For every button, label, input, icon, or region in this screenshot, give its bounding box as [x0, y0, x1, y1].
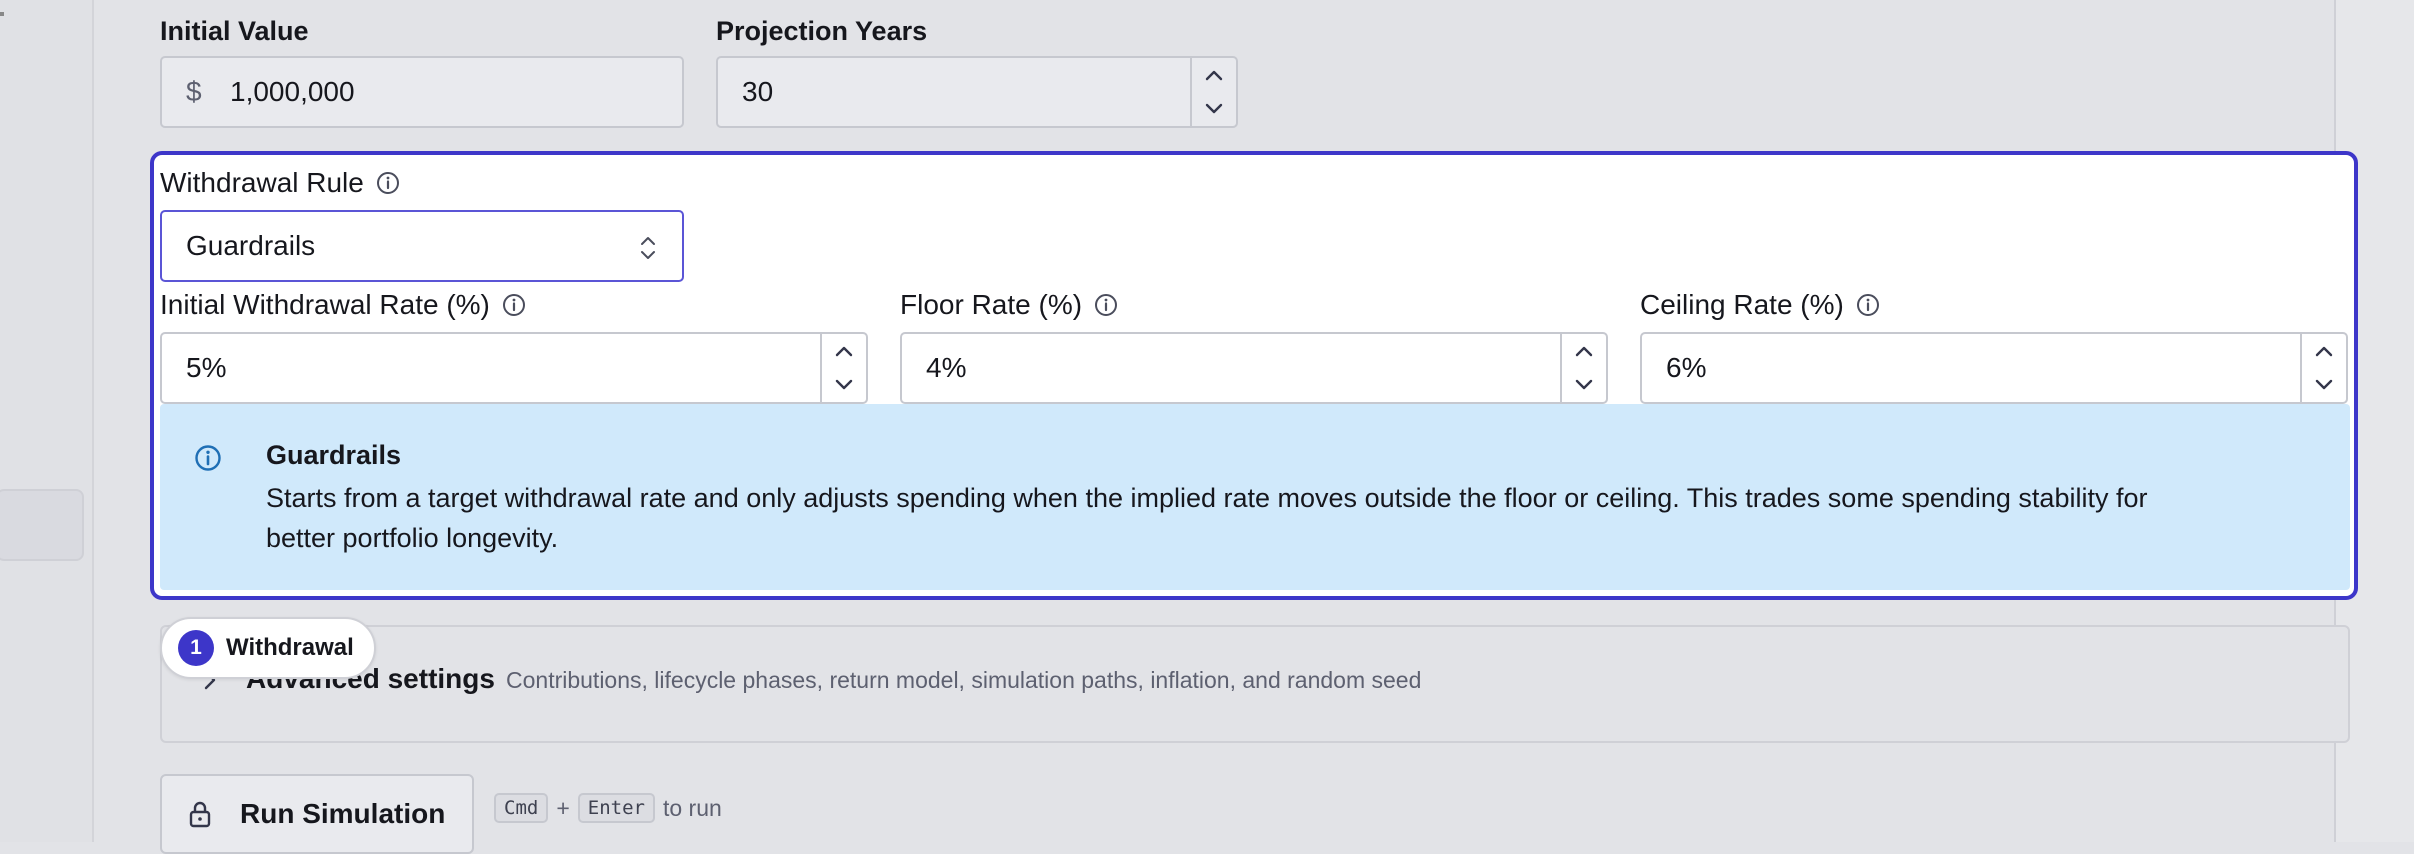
ceiling-rate-input[interactable]: 6%	[1666, 352, 1706, 384]
withdrawal-rule-label-text: Withdrawal Rule	[160, 167, 364, 198]
initial-rate-label: Initial Withdrawal Rate (%)	[160, 289, 526, 321]
initial-rate-stepper[interactable]	[820, 334, 866, 402]
kbd-plus: +	[556, 794, 570, 821]
projection-years-stepper[interactable]	[1190, 58, 1236, 126]
kbd-cmd: Cmd	[494, 793, 549, 823]
initial-rate-field[interactable]: 5%	[160, 332, 868, 404]
floor-rate-label: Floor Rate (%)	[900, 289, 1118, 321]
ceiling-rate-field[interactable]: 6%	[1640, 332, 2348, 404]
chevron-down-icon[interactable]	[1562, 368, 1606, 402]
info-icon	[195, 445, 221, 471]
projection-years-input[interactable]: 30	[742, 76, 773, 108]
currency-symbol: $	[186, 76, 202, 107]
chevron-up-icon[interactable]	[1562, 334, 1606, 368]
advanced-settings-disclosure[interactable]: Advanced settings Contributions, lifecyc…	[160, 625, 2350, 743]
tour-step-label: Withdrawal	[226, 634, 354, 661]
floor-rate-label-text: Floor Rate (%)	[900, 289, 1083, 320]
floor-rate-field[interactable]: 4%	[900, 332, 1608, 404]
withdrawal-rule-label: Withdrawal Rule	[160, 167, 400, 199]
floor-rate-stepper[interactable]	[1560, 334, 1606, 402]
callout-title: Guardrails	[266, 440, 402, 470]
info-icon[interactable]	[1094, 293, 1118, 317]
info-icon[interactable]	[502, 293, 526, 317]
select-chevrons-icon	[641, 237, 655, 259]
initial-value-label: Initial Value	[160, 16, 309, 46]
chevron-down-icon[interactable]	[2302, 368, 2346, 402]
advanced-settings-description: Contributions, lifecycle phases, return …	[506, 667, 1422, 693]
callout-line-1: Starts from a target withdrawal rate and…	[266, 483, 2148, 513]
run-simulation-button[interactable]: Run Simulation	[160, 774, 474, 854]
shortcut-hint-text: to run	[662, 794, 722, 821]
lock-icon	[189, 801, 211, 828]
keyboard-shortcut-hint: Cmd + Enter to run	[494, 793, 722, 823]
withdrawal-rule-value: Guardrails	[186, 230, 316, 261]
initial-value-input[interactable]: 1,000,000	[230, 76, 355, 108]
tour-step-number: 1	[178, 630, 214, 666]
kbd-enter: Enter	[577, 793, 655, 823]
initial-rate-label-text: Initial Withdrawal Rate (%)	[160, 289, 490, 320]
chevron-down-icon[interactable]	[822, 368, 866, 402]
sidebar-marker	[0, 12, 4, 16]
initial-value-field[interactable]: $ 1,000,000	[160, 56, 684, 128]
run-simulation-label: Run Simulation	[240, 798, 446, 829]
guardrails-callout: Guardrails Starts from a target withdraw…	[160, 404, 2350, 590]
info-icon[interactable]	[1856, 293, 1880, 317]
sidebar-item[interactable]	[0, 489, 84, 561]
chevron-up-icon[interactable]	[1192, 58, 1236, 92]
projection-years-field[interactable]: 30	[716, 56, 1238, 128]
chevron-down-icon[interactable]	[1192, 92, 1236, 126]
ceiling-rate-stepper[interactable]	[2300, 334, 2346, 402]
tour-step-badge[interactable]: 1 Withdrawal	[160, 617, 376, 679]
ceiling-rate-label: Ceiling Rate (%)	[1640, 289, 1880, 321]
callout-line-2: better portfolio longevity.	[266, 523, 559, 553]
initial-rate-input[interactable]: 5%	[186, 352, 226, 384]
left-sidebar	[0, 0, 94, 842]
withdrawal-rule-select[interactable]: Guardrails	[160, 210, 684, 282]
ceiling-rate-label-text: Ceiling Rate (%)	[1640, 289, 1844, 320]
floor-rate-input[interactable]: 4%	[926, 352, 966, 384]
projection-years-label: Projection Years	[716, 16, 928, 46]
chevron-up-icon[interactable]	[822, 334, 866, 368]
info-icon[interactable]	[376, 171, 400, 195]
chevron-up-icon[interactable]	[2302, 334, 2346, 368]
